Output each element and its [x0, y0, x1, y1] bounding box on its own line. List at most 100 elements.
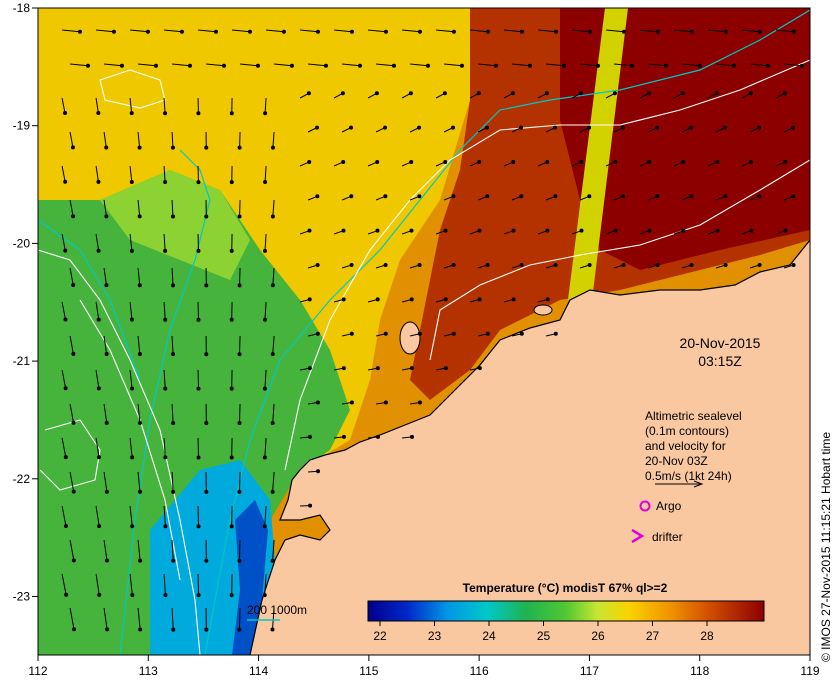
velocity-arrow-head	[417, 400, 422, 405]
velocity-arrow-head	[451, 194, 456, 199]
velocity-arrow	[239, 335, 241, 355]
velocity-arrow-head	[171, 283, 176, 288]
velocity-arrow-head	[270, 145, 275, 150]
velocity-arrow-head	[270, 283, 275, 288]
x-tick-label: 119	[800, 664, 819, 678]
velocity-arrow-head	[383, 29, 388, 34]
velocity-arrow-head	[263, 248, 268, 253]
velocity-arrow-head	[646, 91, 651, 96]
x-tick-label: 112	[28, 664, 47, 678]
velocity-arrow-head	[163, 317, 168, 322]
velocity-arrow-head	[237, 558, 242, 563]
velocity-arrow-head	[71, 283, 76, 288]
velocity-arrow-head	[451, 263, 456, 268]
velocity-arrow-head	[262, 524, 267, 529]
velocity-arrow-head	[723, 29, 728, 34]
velocity-arrow-head	[375, 297, 380, 302]
velocity-arrow-head	[621, 263, 626, 268]
velocity-arrow-head	[553, 194, 558, 199]
velocity-arrow-head	[315, 263, 320, 268]
velocity-arrow-head	[204, 627, 209, 632]
velocity-arrow-head	[391, 63, 396, 68]
velocity-arrow-head	[723, 125, 728, 130]
velocity-arrow-head	[196, 455, 201, 460]
velocity-arrow-head	[96, 179, 101, 184]
velocity-arrow-head	[263, 111, 268, 116]
velocity-arrow-head	[553, 331, 558, 336]
velocity-arrow-head	[443, 366, 448, 371]
velocity-arrow	[238, 607, 241, 630]
velocity-arrow-head	[270, 558, 275, 563]
velocity-arrow-head	[714, 91, 719, 96]
velocity-arrow-head	[262, 593, 267, 598]
velocity-arrow-head	[315, 29, 320, 34]
velocity-arrow-head	[383, 400, 388, 405]
velocity-arrow-head	[587, 125, 592, 130]
velocity-arrow-head	[163, 593, 168, 598]
velocity-arrow-head	[270, 352, 275, 357]
velocity-arrow-head	[138, 627, 143, 632]
velocity-arrow-head	[519, 263, 524, 268]
velocity-arrow-head	[97, 592, 102, 597]
velocity-arrow-head	[229, 524, 234, 529]
colorbar-title: Temperature (°C) modisT 67% ql>=2	[463, 581, 668, 595]
velocity-arrow-head	[130, 593, 135, 598]
velocity-arrow-head	[715, 159, 720, 164]
velocity-arrow-head	[96, 317, 101, 322]
velocity-arrow-head	[544, 91, 549, 96]
velocity-arrow-head	[723, 194, 728, 199]
time-label: 03:15Z	[698, 353, 742, 369]
velocity-arrow-head	[307, 297, 312, 302]
velocity-arrow-head	[263, 180, 268, 185]
velocity-arrow-head	[799, 63, 804, 68]
velocity-arrow-head	[409, 366, 414, 371]
velocity-arrow-head	[349, 125, 354, 130]
velocity-arrow-head	[63, 386, 68, 391]
date-label: 20-Nov-2015	[680, 335, 761, 351]
velocity-arrow-head	[163, 180, 168, 185]
velocity-arrow-head	[511, 297, 516, 302]
x-tick-label: 115	[359, 664, 378, 678]
y-tick-label: -18	[13, 1, 31, 15]
velocity-arrow-head	[130, 524, 135, 529]
velocity-arrow-head	[451, 29, 456, 34]
velocity-arrow-head	[171, 627, 176, 632]
velocity-arrow-head	[417, 125, 422, 130]
velocity-arrow-head	[70, 145, 75, 150]
velocity-arrow-head	[163, 386, 168, 391]
velocity-arrow-head	[681, 228, 686, 233]
velocity-arrow-head	[655, 194, 660, 199]
velocity-arrow-head	[63, 523, 68, 528]
velocity-arrow-head	[613, 228, 618, 233]
velocity-arrow-head	[451, 125, 456, 130]
sst-map: 112 113 114 115 116 117 118 119 -18 -19 -20 -21 -22…	[13, 1, 833, 678]
velocity-arrow-head	[749, 228, 754, 233]
y-tick-label: -20	[13, 236, 31, 250]
isobath-label: 200 1000m	[247, 603, 307, 617]
velocity-arrow-head	[204, 283, 209, 288]
velocity-arrow-head	[527, 63, 532, 68]
velocity-arrow-head	[477, 159, 482, 164]
velocity-arrow-head	[579, 228, 584, 233]
velocity-arrow-head	[349, 263, 354, 268]
legend-line: 20-Nov 03Z	[645, 454, 708, 468]
velocity-arrow-head	[409, 297, 414, 302]
velocity-arrow-head	[289, 63, 294, 68]
x-tick-label: 114	[249, 664, 268, 678]
velocity-arrow-head	[545, 297, 550, 302]
velocity-arrow-head	[237, 214, 242, 219]
velocity-arrow-head	[262, 386, 267, 391]
legend-line: (0.1m contours)	[645, 424, 729, 438]
x-tick-label: 118	[690, 664, 709, 678]
velocity-arrow-head	[621, 125, 626, 130]
velocity-arrow-head	[71, 489, 76, 494]
velocity-arrow-head	[485, 263, 490, 268]
velocity-arrow-head	[579, 159, 584, 164]
velocity-arrow-head	[171, 489, 176, 494]
velocity-arrow-head	[163, 455, 168, 460]
velocity-arrow-head	[196, 317, 201, 322]
velocity-arrow-head	[270, 214, 275, 219]
velocity-arrow-head	[493, 63, 498, 68]
velocity-arrow-head	[655, 29, 660, 34]
velocity-arrow-head	[229, 455, 234, 460]
